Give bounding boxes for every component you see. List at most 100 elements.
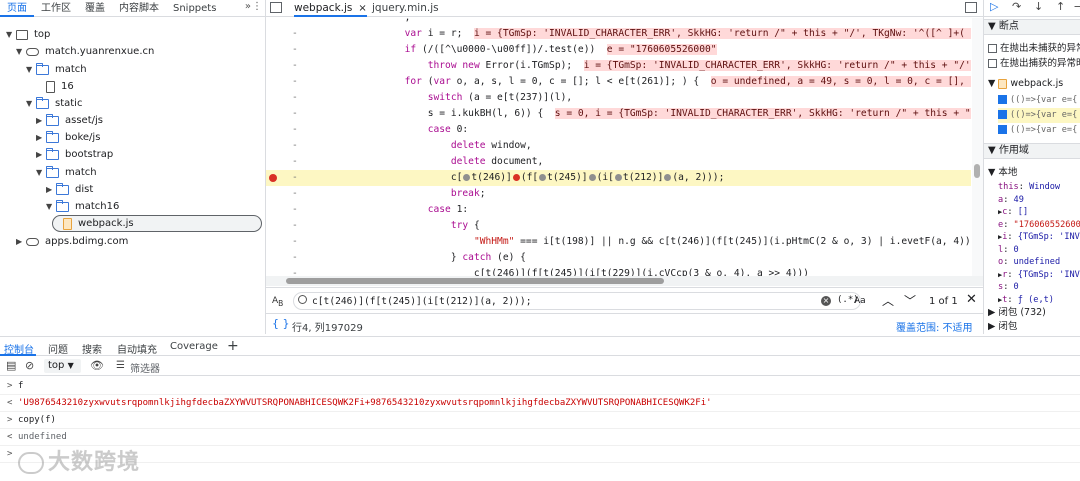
breakpoint-item[interactable]: (()=>{var e={	[998, 123, 1077, 138]
clear-console-icon[interactable]: ⊘	[25, 359, 34, 372]
tree-node-domain[interactable]: ▶ apps.bdimg.com	[16, 233, 128, 250]
checkbox[interactable]	[998, 95, 1007, 104]
tree-node-folder[interactable]: ▶ asset/js	[36, 112, 103, 129]
sidebar-toggle-icon[interactable]: ▤	[6, 359, 16, 372]
code-line[interactable]: - delete document,	[266, 154, 971, 170]
tab-page[interactable]: 页面	[0, 0, 34, 17]
inline-breakpoint-marker[interactable]	[463, 173, 471, 181]
tree-node-domain[interactable]: ▼ match.yuanrenxue.cn	[16, 43, 154, 60]
inline-breakpoint-marker[interactable]	[539, 173, 547, 181]
expand-arrow-icon[interactable]: ▶	[46, 185, 56, 194]
scope-variable[interactable]: ▶r: {TGmSp: 'INVALID_CHARACTER_ERR'	[998, 269, 1080, 281]
checkbox[interactable]	[998, 110, 1007, 119]
previous-match-icon[interactable]: ︿	[882, 292, 894, 309]
editor-horizontal-scrollbar[interactable]	[266, 276, 983, 286]
expand-arrow-icon[interactable]: ▶	[36, 133, 46, 142]
code-editor[interactable]: - ,- var i = r; i = {TGmSp: 'INVALID_CHA…	[266, 18, 971, 276]
tree-node-selected-file[interactable]: webpack.js	[52, 215, 262, 232]
breakpoints-section-header[interactable]: ▼ 断点	[984, 19, 1080, 35]
console-input-line[interactable]: >	[0, 446, 1080, 463]
search-input[interactable]: c[t(246)](f[t(245)](i[t(212)](a, 2)));	[312, 296, 532, 307]
scope-variable[interactable]: ▶t: ƒ (e,t)	[998, 294, 1054, 306]
next-match-icon[interactable]: ﹀	[904, 292, 916, 309]
tab-snippets[interactable]: Snippets	[166, 0, 223, 17]
close-icon[interactable]: ×	[358, 3, 366, 14]
replace-toggle-icon[interactable]: AB	[272, 296, 283, 308]
scope-closure[interactable]: ▶ 闭包	[988, 319, 1017, 334]
editor-tab-webpack[interactable]: webpack.js ×	[294, 0, 367, 17]
inline-breakpoint-marker[interactable]	[512, 173, 520, 181]
tree-node-folder[interactable]: ▶ dist	[46, 181, 93, 198]
editor-tab-jquery[interactable]: jquery.min.js	[372, 0, 439, 17]
expand-arrow-icon[interactable]: ▶	[36, 150, 46, 159]
scope-variable[interactable]: s: 0	[998, 281, 1019, 293]
tab-workspace[interactable]: 工作区	[34, 0, 78, 17]
context-selector[interactable]: top ▼	[44, 359, 81, 373]
step-icon[interactable]: →	[1074, 0, 1080, 13]
code-line[interactable]: - ,	[266, 18, 971, 26]
expand-arrow-icon[interactable]: ▼	[26, 99, 36, 108]
tab-search[interactable]: 搜索	[82, 341, 102, 356]
tab-coverage[interactable]: Coverage	[170, 341, 218, 352]
tree-node-folder[interactable]: ▼ static	[26, 95, 82, 112]
breakpoint-file[interactable]: ▼ webpack.js	[988, 76, 1063, 91]
scope-variable[interactable]: ▶i: {TGmSp: 'INVALID_CHARACTER_ERR'	[998, 231, 1080, 243]
code-line[interactable]: - "WhHMm" === i[t(198)] || n.g && c[t(24…	[266, 234, 971, 250]
close-search-icon[interactable]: ✕	[966, 292, 977, 307]
expand-arrow-icon[interactable]: ▼	[46, 202, 56, 211]
code-line[interactable]: - s = i.kukBH(l, 6)) { s = 0, i = {TGmSp…	[266, 106, 971, 122]
code-line[interactable]: - switch (a = e[t(237)](l),	[266, 90, 971, 106]
clear-search-icon[interactable]: ×	[821, 296, 831, 306]
expand-arrow-icon[interactable]: ▶	[36, 116, 46, 125]
checkbox[interactable]	[988, 44, 997, 53]
checkbox[interactable]	[998, 125, 1007, 134]
scroll-thumb[interactable]	[974, 164, 980, 178]
coverage-link[interactable]: 覆盖范围: 不适用	[896, 319, 973, 334]
code-line[interactable]: - c[t(246)](f[t(245)](i[t(229)](i.cVCcp(…	[266, 266, 971, 276]
menu-dots-icon[interactable]: ⋮	[252, 1, 262, 12]
code-line[interactable]: - try {	[266, 218, 971, 234]
code-line[interactable]: - break;	[266, 186, 971, 202]
step-into-icon[interactable]: ↓	[1034, 0, 1043, 13]
toggle-navigator-icon[interactable]	[270, 2, 282, 13]
code-line[interactable]: - delete window,	[266, 138, 971, 154]
add-tab-icon[interactable]: +	[227, 338, 239, 354]
scope-closure[interactable]: ▶ 闭包 (732)	[988, 305, 1046, 320]
filter-input[interactable]: 筛选器	[130, 360, 160, 375]
editor-vertical-scrollbar[interactable]	[972, 18, 983, 276]
scope-section-header[interactable]: ▼ 作用域	[984, 143, 1080, 159]
inline-breakpoint-marker[interactable]	[614, 173, 622, 181]
tab-issues[interactable]: 问题	[48, 341, 68, 356]
scope-variable[interactable]: o: undefined	[998, 256, 1060, 268]
tab-overrides[interactable]: 覆盖	[78, 0, 112, 17]
scope-variable[interactable]: a: 49	[998, 194, 1024, 206]
pretty-print-button[interactable]: { }	[272, 317, 290, 330]
tree-node-folder[interactable]: ▶ bootstrap	[36, 146, 113, 163]
toggle-debugger-icon[interactable]	[965, 2, 977, 13]
tree-node-folder[interactable]: ▼ match16	[46, 198, 119, 215]
step-over-icon[interactable]: ↷	[1012, 0, 1021, 13]
breakpoint-code-line[interactable]: - c[t(246)] (f[t(245)] (i[t(212)] (a, 2)));	[266, 170, 971, 186]
tree-node-top[interactable]: ▼ top	[6, 26, 50, 43]
scroll-thumb[interactable]	[286, 278, 664, 284]
resume-icon[interactable]: ▷	[990, 0, 998, 13]
code-line[interactable]: - var i = r; i = {TGmSp: 'INVALID_CHARAC…	[266, 26, 971, 42]
scope-variable[interactable]: e: "1760605526000"	[998, 219, 1080, 231]
tree-node-file[interactable]: 16	[46, 78, 74, 95]
tab-autofill[interactable]: 自动填充	[117, 341, 157, 356]
expand-arrow-icon[interactable]: ▼	[6, 30, 16, 39]
breakpoint-item[interactable]: (()=>{var e={	[998, 93, 1077, 108]
tree-node-folder[interactable]: ▼ match	[36, 164, 97, 181]
tree-node-folder[interactable]: ▼ match	[26, 61, 87, 78]
code-line[interactable]: - case 1:	[266, 202, 971, 218]
pause-caught-option[interactable]: 在抛出捕获的异常时暂停	[988, 56, 1080, 71]
expand-arrow-icon[interactable]: ▼	[16, 47, 26, 56]
code-line[interactable]: - case 0:	[266, 122, 971, 138]
pause-uncaught-option[interactable]: 在抛出未捕获的异常时暂停	[988, 41, 1080, 56]
expand-arrow-icon[interactable]: ▼	[26, 65, 36, 74]
live-expression-eye-icon[interactable]: 👁	[90, 359, 104, 372]
code-line[interactable]: - if (/([^\u0000-\u00ff])/.test(e)) e = …	[266, 42, 971, 58]
inline-breakpoint-marker[interactable]	[664, 173, 672, 181]
expand-arrow-icon[interactable]: ▼	[36, 168, 46, 177]
scope-variable[interactable]: l: 0	[998, 244, 1019, 256]
